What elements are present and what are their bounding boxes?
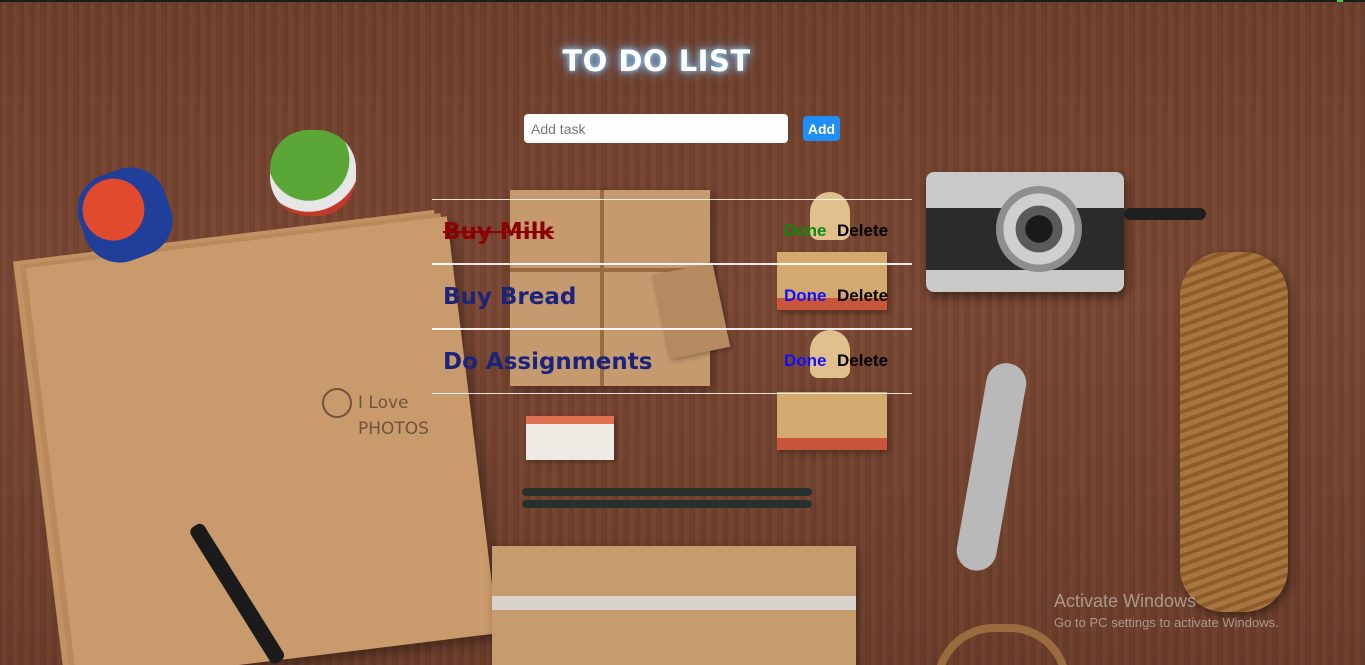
twine-roll xyxy=(1180,252,1288,612)
camera-lens xyxy=(996,186,1082,272)
page-title: TO DO LIST xyxy=(562,44,751,78)
task-label: Do Assignments xyxy=(443,349,653,375)
add-button[interactable]: Add xyxy=(803,116,840,141)
pencil xyxy=(522,500,812,508)
delete-button[interactable]: Delete xyxy=(837,221,888,241)
eraser xyxy=(526,416,614,460)
camera-bottom-plate xyxy=(926,270,1124,292)
done-button[interactable]: Done xyxy=(784,286,827,306)
envelope-flap xyxy=(492,596,856,610)
rubber-stamp xyxy=(777,392,887,450)
done-button[interactable]: Done xyxy=(784,221,827,241)
toy-figure-green xyxy=(270,130,356,216)
delete-button[interactable]: Delete xyxy=(837,286,888,306)
watermark-title: Activate Windows xyxy=(1054,591,1197,611)
twine-coil xyxy=(934,624,1070,665)
watermark-subtitle: Go to PC settings to activate Windows. xyxy=(1054,615,1279,630)
task-input[interactable] xyxy=(524,114,788,143)
paper-logo: I Love PHOTOS xyxy=(322,388,429,452)
done-button[interactable]: Done xyxy=(784,351,827,371)
task-label: Buy Bread xyxy=(443,284,577,310)
camera-logo-icon xyxy=(322,388,352,418)
task-item: Buy Milk Done Delete xyxy=(432,200,912,265)
activation-watermark: Activate Windows Go to PC settings to ac… xyxy=(1054,590,1279,632)
task-item: Buy Bread Done Delete xyxy=(432,265,912,330)
status-dot xyxy=(1337,0,1343,2)
task-label: Buy Milk xyxy=(443,219,554,245)
kraft-paper-stack xyxy=(26,216,499,665)
paper-logo-line2: PHOTOS xyxy=(358,419,429,439)
pencil xyxy=(522,488,812,496)
paper-logo-line1: I Love xyxy=(358,393,409,413)
top-edge-bar xyxy=(0,0,1365,2)
task-item: Do Assignments Done Delete xyxy=(432,330,912,394)
camera-strap xyxy=(1124,208,1206,220)
task-list: Buy Milk Done Delete Buy Bread Done Dele… xyxy=(432,199,912,394)
hole-puncher xyxy=(953,360,1030,574)
delete-button[interactable]: Delete xyxy=(837,351,888,371)
